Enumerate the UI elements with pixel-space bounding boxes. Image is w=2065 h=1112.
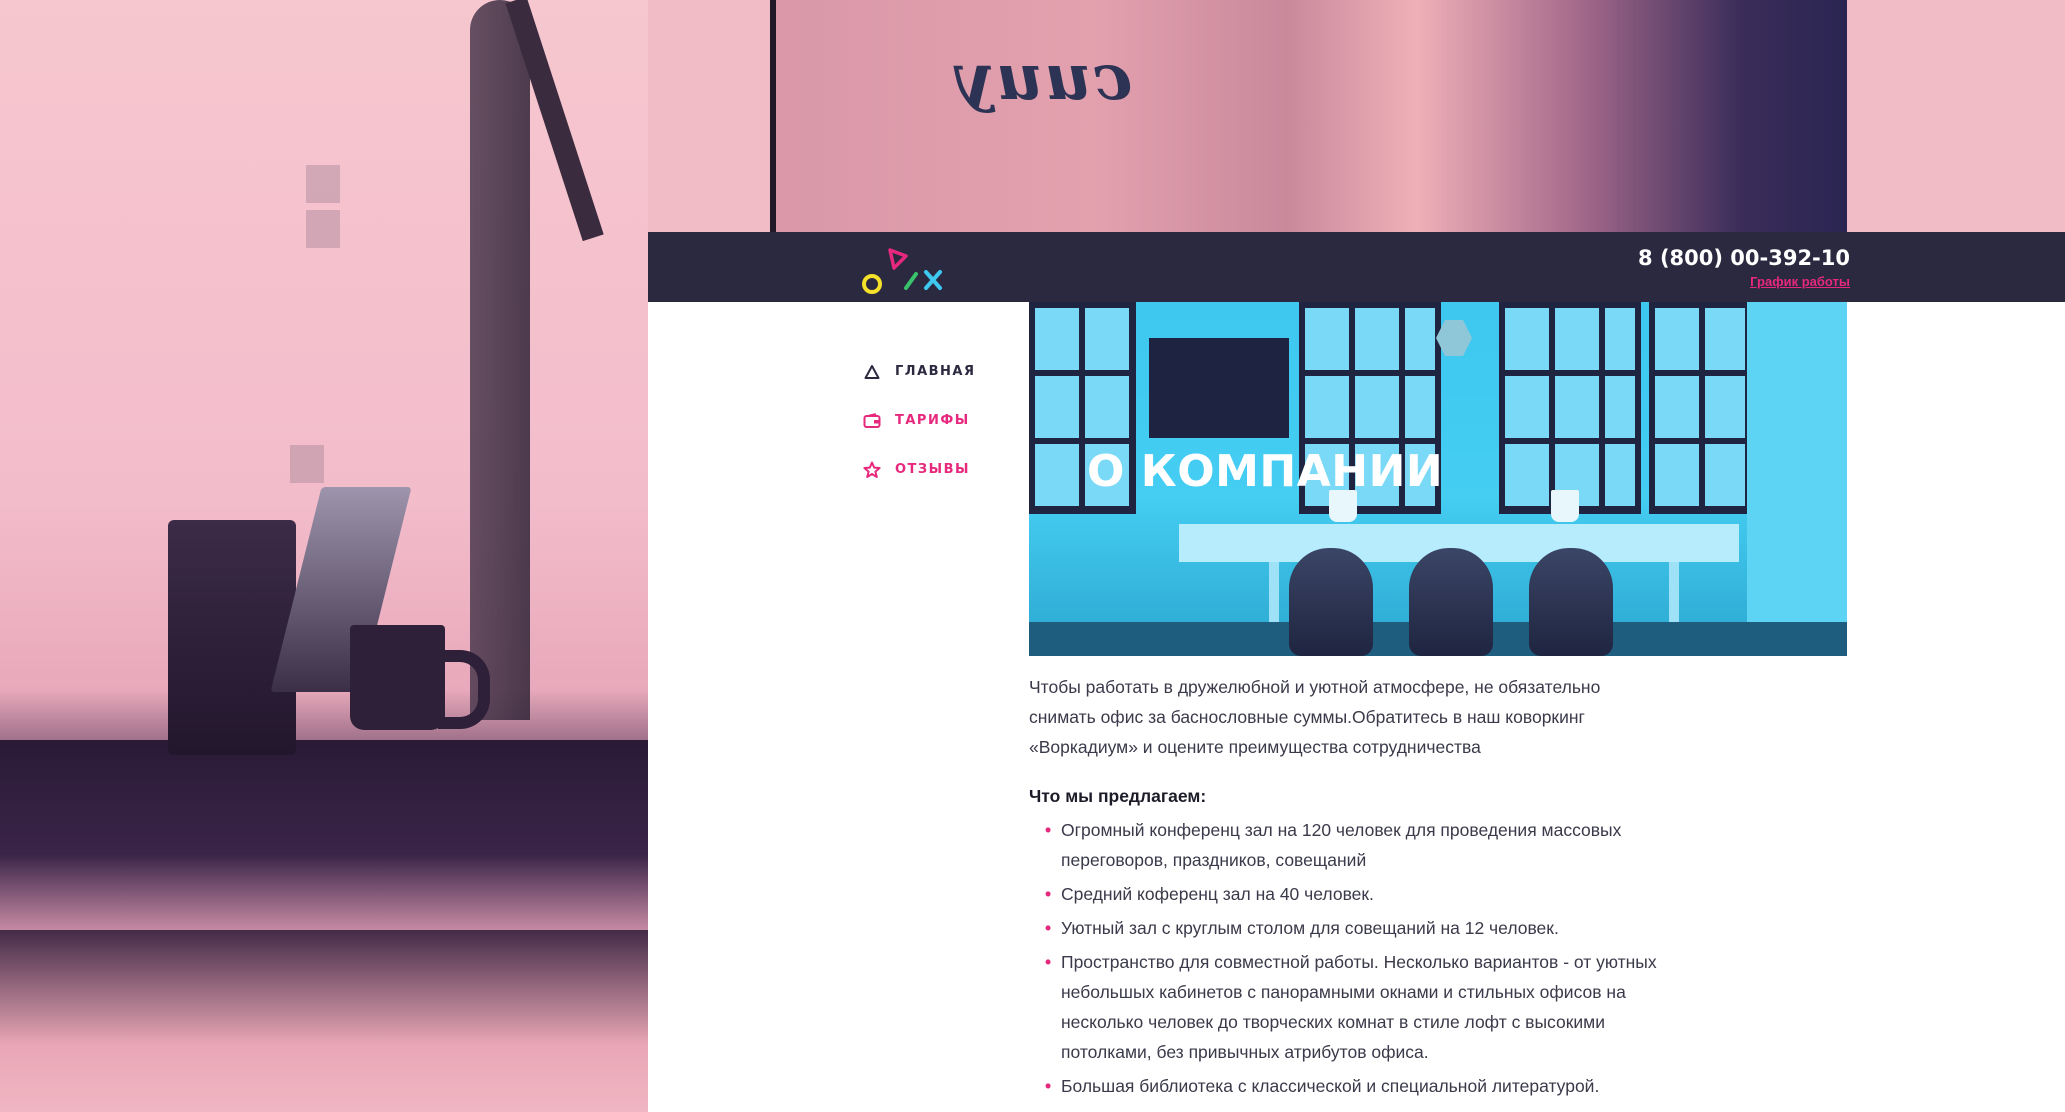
wallet-icon: [861, 410, 883, 432]
offer-heading: Что мы предлагаем:: [1029, 786, 1207, 806]
side-nav: ГЛАВНАЯ ТАРИФЫ ОТЗЫВЫ: [861, 347, 976, 494]
about-content: Чтобы работать в дружелюбной и уютной ат…: [1029, 672, 1669, 1105]
intro-text: Чтобы работать в дружелюбной и уютной ат…: [1029, 677, 1601, 757]
hexagon-decor: [1436, 320, 1472, 356]
site-card: 8 (800) 00-392-10 График работы ГЛАВНАЯ …: [648, 232, 2065, 1112]
tree-trunk: [470, 0, 530, 720]
offer-text: Средний коференц зал на 40 человек.: [1061, 884, 1374, 904]
list-item: • Пространство для совместной работы. Нес…: [1029, 947, 1669, 1067]
hero-strip: cuuy: [770, 0, 1847, 232]
nav-label: ТАРИФЫ: [895, 413, 970, 428]
logo-icon[interactable]: [860, 242, 960, 297]
nav-item-reviews[interactable]: ОТЗЫВЫ: [861, 445, 976, 494]
desk-surface: [0, 740, 648, 930]
list-item: • Уютный зал с круглым столом для совещан…: [1029, 913, 1669, 943]
offer-list: • Огромный конференц зал на 120 человек д…: [1029, 815, 1669, 1101]
bullet-icon: •: [1045, 952, 1052, 972]
schedule-link[interactable]: График работы: [1750, 274, 1850, 289]
window-frame: [770, 0, 776, 232]
mug-handle: [438, 650, 490, 729]
bullet-icon: •: [1045, 1076, 1052, 1096]
banner-window: [1499, 302, 1641, 514]
window-pane: [306, 165, 340, 203]
phone-number[interactable]: 8 (800) 00-392-10: [1638, 246, 1850, 270]
banner-wall: [1747, 302, 1847, 656]
plant-pot: [1551, 490, 1579, 522]
background-photo: [0, 0, 648, 1112]
star-icon: [861, 459, 883, 481]
chair: [1289, 548, 1373, 656]
mug-silhouette: [350, 625, 445, 730]
banner-window: [1649, 302, 1751, 514]
nav-label: ОТЗЫВЫ: [895, 462, 971, 477]
window-pane: [306, 210, 340, 248]
offer-text: Большая библиотека с классической и спец…: [1061, 1076, 1600, 1096]
list-item: • Средний коференц зал на 40 человек.: [1029, 879, 1669, 909]
bullet-icon: •: [1045, 884, 1052, 904]
tv-screen: [1149, 338, 1289, 438]
nav-label: ГЛАВНАЯ: [895, 364, 976, 379]
page-title: О КОМПАНИИ: [1087, 446, 1444, 497]
speaker-silhouette: [168, 520, 296, 755]
window-pane: [290, 445, 324, 483]
glass-lettering-image: cuuy: [955, 40, 1133, 115]
about-banner: О КОМПАНИИ: [1029, 302, 1847, 656]
bullet-icon: •: [1045, 820, 1052, 840]
chair: [1409, 548, 1493, 656]
offer-text: Огромный конференц зал на 120 человек дл…: [1061, 820, 1622, 870]
list-item: • Большая библиотека с классической и спе…: [1029, 1071, 1669, 1101]
site-header: 8 (800) 00-392-10 График работы: [648, 232, 2065, 302]
offer-text: Пространство для совместной работы. Неск…: [1061, 952, 1657, 1062]
nav-item-tariffs[interactable]: ТАРИФЫ: [861, 396, 976, 445]
chair: [1529, 548, 1613, 656]
offer-text: Уютный зал с круглым столом для совещани…: [1061, 918, 1559, 938]
bullet-icon: •: [1045, 918, 1052, 938]
nav-item-home[interactable]: ГЛАВНАЯ: [861, 347, 976, 396]
triangle-icon: [861, 361, 883, 383]
list-item: • Огромный конференц зал на 120 человек д…: [1029, 815, 1669, 875]
